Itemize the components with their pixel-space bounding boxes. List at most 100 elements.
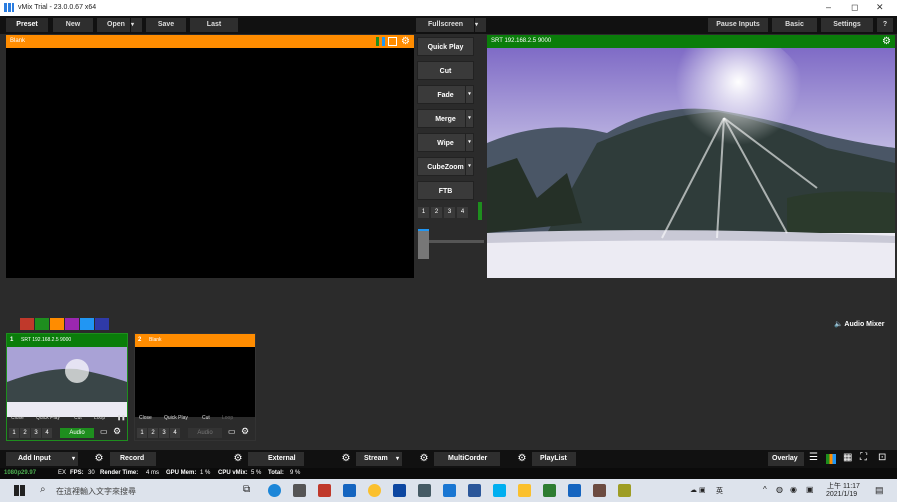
input-2-num-1[interactable]: 1: [137, 428, 147, 438]
app-icon[interactable]: [443, 484, 456, 497]
transition-3-button[interactable]: 3: [444, 207, 455, 218]
save-button[interactable]: Save: [146, 18, 186, 32]
input-1-audio-button[interactable]: Audio: [60, 428, 94, 438]
close-button[interactable]: ✕: [876, 2, 884, 13]
windows-start-icon[interactable]: [14, 485, 25, 496]
transition-4-button[interactable]: 4: [457, 207, 468, 218]
task-view-icon[interactable]: ⧉: [243, 484, 250, 495]
network-icon[interactable]: ◍: [776, 485, 783, 494]
audio-mixer-button[interactable]: 🔈 Audio Mixer: [834, 320, 884, 328]
window-icon[interactable]: [388, 37, 397, 46]
app-icon[interactable]: [568, 484, 581, 497]
pause-inputs-button[interactable]: Pause Inputs: [708, 18, 768, 32]
minimize-button[interactable]: –: [826, 2, 831, 12]
fullscreen-button[interactable]: Fullscreen ▾: [416, 18, 486, 32]
file-explorer-icon[interactable]: [518, 484, 531, 497]
settings-button[interactable]: Settings: [821, 18, 873, 32]
input-1-cut-button[interactable]: Cut: [74, 415, 82, 421]
quick-play-button[interactable]: Quick Play: [417, 37, 474, 56]
keyboard-icon[interactable]: ▣: [806, 485, 814, 494]
fullscreen-icon[interactable]: ⛶: [860, 452, 867, 463]
app-icon[interactable]: [593, 484, 606, 497]
app-icon[interactable]: [318, 484, 331, 497]
record-button[interactable]: Record: [110, 452, 156, 466]
colour-swatch-purple[interactable]: [65, 318, 79, 330]
overlay-button[interactable]: Overlay: [768, 452, 804, 466]
chevron-down-icon[interactable]: ▾: [130, 18, 142, 32]
outlook-icon[interactable]: [393, 484, 406, 497]
open-button[interactable]: Open ▾: [97, 18, 142, 32]
input-1-num-3[interactable]: 3: [31, 428, 41, 438]
gear-icon[interactable]: ⚙: [93, 453, 105, 465]
playlist-button[interactable]: PlayList: [532, 452, 576, 466]
settings-icon[interactable]: [418, 484, 431, 497]
maximize-button[interactable]: ◻: [851, 2, 858, 13]
tray-icons[interactable]: ☁ ▣: [690, 486, 706, 494]
merge-button[interactable]: Merge ▾: [417, 109, 474, 128]
chevron-down-icon[interactable]: ▾: [72, 452, 75, 466]
chevron-down-icon[interactable]: ▾: [465, 134, 473, 151]
help-button[interactable]: ?: [877, 18, 893, 32]
cut-button[interactable]: Cut: [417, 61, 474, 80]
word-icon[interactable]: [468, 484, 481, 497]
colour-bars-icon[interactable]: [826, 454, 836, 464]
input-2-num-3[interactable]: 3: [159, 428, 169, 438]
input-2-close-button[interactable]: Close: [139, 415, 152, 421]
colour-swatch-red[interactable]: [20, 318, 34, 330]
t-bar-handle[interactable]: [418, 229, 429, 259]
input-2-loop-button[interactable]: Loop: [222, 415, 233, 421]
input-1-num-4[interactable]: 4: [42, 428, 52, 438]
edge-icon[interactable]: [268, 484, 281, 497]
gear-icon[interactable]: ⚙: [241, 426, 249, 437]
ime-language[interactable]: 英: [716, 486, 723, 496]
gear-icon[interactable]: ⚙: [516, 453, 528, 465]
gear-icon[interactable]: ⚙: [113, 426, 121, 437]
input-2-audio-button[interactable]: Audio: [188, 428, 222, 438]
input-1-loop-button[interactable]: Loop: [94, 415, 105, 421]
multicorder-button[interactable]: MultiCorder: [434, 452, 500, 466]
notification-icon[interactable]: ▤: [875, 485, 884, 496]
gear-icon[interactable]: ⚙: [418, 453, 430, 465]
chevron-down-icon[interactable]: ▾: [465, 110, 473, 127]
lock-icon[interactable]: ⊡: [878, 452, 886, 463]
colour-swatch-orange[interactable]: [50, 318, 64, 330]
input-2-num-2[interactable]: 2: [148, 428, 158, 438]
gear-icon[interactable]: ⚙: [340, 453, 352, 465]
clock-date[interactable]: 2021/1/19: [826, 491, 857, 498]
input-1-num-1[interactable]: 1: [9, 428, 19, 438]
chevron-up-icon[interactable]: ^: [763, 485, 767, 494]
clock-time[interactable]: 上午 11:17: [827, 481, 860, 491]
input-2-quick-play-button[interactable]: Quick Play: [164, 415, 188, 421]
input-1-num-2[interactable]: 2: [20, 428, 30, 438]
grid-icon[interactable]: ▦: [843, 452, 852, 463]
chevron-down-icon[interactable]: ▾: [465, 158, 473, 175]
gear-icon[interactable]: ⚙: [232, 453, 244, 465]
fade-button[interactable]: Fade ▾: [417, 85, 474, 104]
basic-button[interactable]: Basic: [772, 18, 817, 32]
gear-icon[interactable]: ⚙: [882, 35, 891, 48]
volume-icon[interactable]: ◉: [790, 485, 797, 494]
taskbar-search-input[interactable]: 在這裡輸入文字來搜尋: [56, 486, 136, 497]
gear-icon[interactable]: ⚙: [401, 35, 410, 48]
app-icon[interactable]: [618, 484, 631, 497]
input-2-cut-button[interactable]: Cut: [202, 415, 210, 421]
colour-swatch-blue[interactable]: [80, 318, 94, 330]
input-1-quick-play-button[interactable]: Quick Play: [36, 415, 60, 421]
mail-icon[interactable]: [343, 484, 356, 497]
monitor-icon[interactable]: ▭: [228, 427, 236, 436]
preview-screen[interactable]: [6, 48, 414, 278]
last-button[interactable]: Last: [190, 18, 238, 32]
add-input-button[interactable]: Add Input ▾: [6, 452, 78, 466]
colour-swatch-indigo[interactable]: [95, 318, 109, 330]
transition-1-button[interactable]: 1: [418, 207, 429, 218]
colour-swatch-green[interactable]: [35, 318, 49, 330]
cubezoom-button[interactable]: CubeZoom ▾: [417, 157, 474, 176]
chevron-down-icon[interactable]: ▾: [396, 452, 399, 466]
pause-icon[interactable]: ❚❚: [117, 415, 125, 421]
skype-icon[interactable]: [493, 484, 506, 497]
input-1-close-button[interactable]: Close: [11, 415, 24, 421]
external-button[interactable]: External: [248, 452, 304, 466]
monitor-icon[interactable]: ▭: [100, 427, 108, 436]
chevron-down-icon[interactable]: ▾: [474, 18, 486, 32]
input-2[interactable]: 2 Blank: [134, 333, 256, 441]
